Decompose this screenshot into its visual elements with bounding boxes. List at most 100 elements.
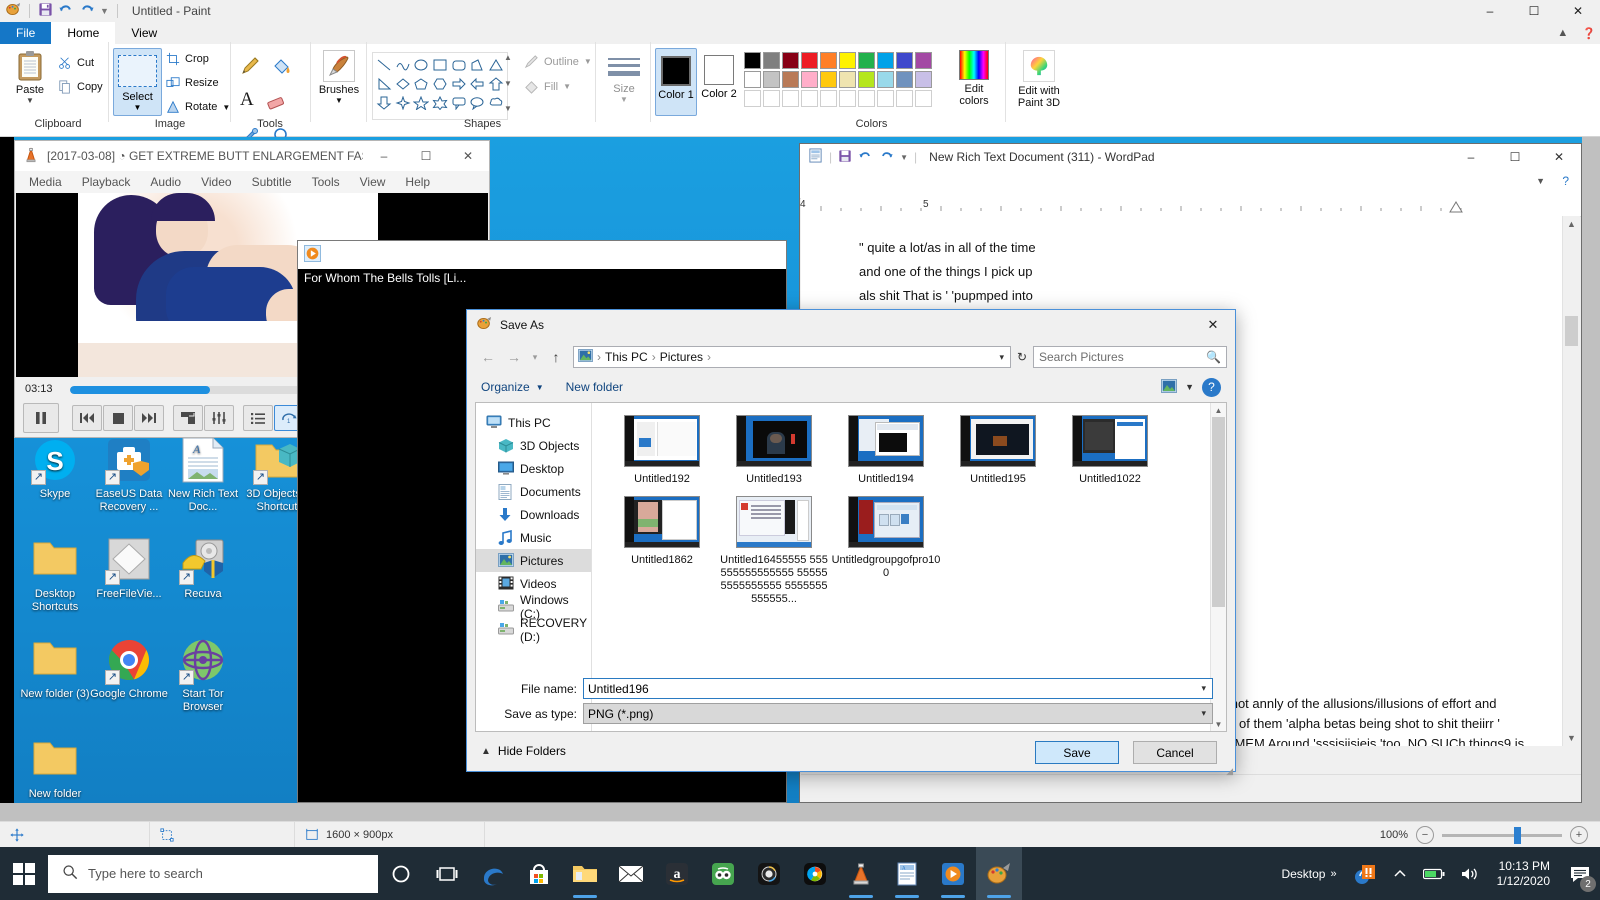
file-item[interactable]: Untitled16455555 555555555555555 5555555…	[718, 496, 830, 606]
color-swatch-r1c4[interactable]	[801, 52, 818, 69]
shapes-expand-icon[interactable]: ▼	[504, 104, 512, 113]
fill-button[interactable]: Fill ▼	[524, 79, 571, 94]
color-swatch-r1c8[interactable]	[877, 52, 894, 69]
tab-home[interactable]: Home	[51, 22, 116, 44]
previous-button[interactable]	[72, 405, 102, 431]
vlc-menu-media[interactable]: Media	[19, 171, 72, 193]
cortana-icon[interactable]	[378, 847, 424, 900]
size-dropdown-icon[interactable]: ▼	[603, 95, 645, 104]
taskbar-camera-app-icon[interactable]	[746, 847, 792, 900]
shape-right-triangle-icon[interactable]	[375, 74, 394, 93]
brushes-button[interactable]: Brushes ▼	[313, 50, 365, 105]
maximize-icon[interactable]: ☐	[1512, 0, 1556, 22]
minimize-icon[interactable]: ‒	[1468, 0, 1512, 22]
save-icon[interactable]	[38, 2, 53, 20]
tab-view[interactable]: View	[115, 22, 173, 44]
shape-hexagon-icon[interactable]	[431, 74, 450, 93]
paste-button[interactable]: Paste ▼	[8, 50, 52, 105]
taskbar-mail-icon[interactable]	[608, 847, 654, 900]
save-as-type-select[interactable]: PNG (*.png) ▾	[583, 703, 1213, 724]
color-swatch-r1c3[interactable]	[782, 52, 799, 69]
redo-icon[interactable]	[79, 2, 95, 20]
close-icon[interactable]: ✕	[1191, 310, 1235, 340]
chevron-down-icon[interactable]: ▼	[1185, 382, 1194, 392]
minimize-icon[interactable]: ‒	[363, 141, 405, 171]
customize-qat-icon[interactable]: ▼	[100, 6, 109, 16]
new-folder-button[interactable]: New folder	[566, 380, 623, 394]
vlc-menu-audio[interactable]: Audio	[140, 171, 191, 193]
file-name-input[interactable]: Untitled196 ▾	[583, 678, 1213, 699]
desktop-icon-new-folder[interactable]: New folder	[16, 737, 94, 801]
desktop-icon-google-chrome[interactable]: ↗ Google Chrome	[90, 637, 168, 701]
color-swatch-r1c9[interactable]	[896, 52, 913, 69]
color-swatch-r2c9[interactable]	[896, 71, 913, 88]
nav-item-desktop[interactable]: Desktop	[476, 457, 591, 480]
file-item[interactable]: Untitled1022	[1054, 415, 1166, 486]
shape-diamond-icon[interactable]	[394, 74, 413, 93]
security-alert-icon[interactable]	[1345, 847, 1385, 900]
windows-start-icon[interactable]	[0, 847, 48, 900]
extended-settings-button[interactable]	[204, 405, 234, 431]
save-icon[interactable]	[838, 149, 852, 166]
file-item[interactable]: Untitled194	[830, 415, 942, 486]
color-2-swatch[interactable]	[704, 55, 734, 85]
color-swatch-r1c5[interactable]	[820, 52, 837, 69]
taskbar-wordpad-icon[interactable]: A	[884, 847, 930, 900]
save-as-dialog[interactable]: Save As ✕ ← → ▾ ↑ › This PC › Pictures ›…	[466, 309, 1236, 776]
resize-grip-icon[interactable]: ◢	[1226, 766, 1233, 777]
shape-pentagon-icon[interactable]	[412, 74, 431, 93]
show-desktop-button[interactable]: Desktop »	[1273, 847, 1344, 900]
undo-icon[interactable]	[858, 149, 873, 166]
color-swatch-r2c2[interactable]	[763, 71, 780, 88]
breadcrumb[interactable]: › This PC › Pictures › ▾	[573, 346, 1011, 368]
edit-with-paint3d-button[interactable]: Edit with Paint 3D	[1008, 50, 1070, 109]
crop-button[interactable]: Crop	[166, 52, 209, 66]
pause-button[interactable]	[23, 403, 59, 433]
shape-down-arrow-icon[interactable]	[375, 93, 394, 112]
color-swatch-r3c10[interactable]	[915, 90, 932, 107]
color-2-button[interactable]: Color 2	[699, 48, 739, 114]
size-button[interactable]: Size ▼	[603, 56, 645, 104]
file-item[interactable]: Untitled1862	[606, 496, 718, 567]
file-item[interactable]: Untitled195	[942, 415, 1054, 486]
color-swatch-r1c7[interactable]	[858, 52, 875, 69]
stop-button[interactable]	[103, 405, 133, 431]
wordpad-vertical-scrollbar[interactable]: ▲ ▼	[1562, 216, 1580, 746]
color-swatch-r3c8[interactable]	[877, 90, 894, 107]
paint-canvas[interactable]: S ↗ Skype ↗ EaseUS Data Recovery ... A New Ric…	[0, 137, 1582, 803]
desktop-icon-easeus-data-recovery[interactable]: ↗ EaseUS Data Recovery ...	[90, 437, 168, 514]
undo-icon[interactable]	[58, 2, 74, 20]
search-input[interactable]: Search Pictures 🔍	[1033, 346, 1227, 368]
color-swatch-r2c1[interactable]	[744, 71, 761, 88]
nav-item-music[interactable]: Music	[476, 526, 591, 549]
eraser-icon[interactable]	[266, 91, 286, 114]
vlc-menu-view[interactable]: View	[350, 171, 396, 193]
show-hidden-icons-icon[interactable]: »	[1330, 868, 1336, 880]
color-swatch-r1c10[interactable]	[915, 52, 932, 69]
vlc-menu-video[interactable]: Video	[191, 171, 241, 193]
resize-button[interactable]: Resize	[166, 76, 219, 90]
help-icon[interactable]: ?	[1202, 377, 1221, 397]
color-swatch-r2c6[interactable]	[839, 71, 856, 88]
wordpad-help-icon[interactable]: ?	[1562, 174, 1569, 188]
taskbar-edge-icon[interactable]	[470, 847, 516, 900]
desktop-icon-new-folder-3[interactable]: New folder (3)	[16, 637, 94, 701]
taskbar-photo-app-icon[interactable]	[792, 847, 838, 900]
customize-qat-icon[interactable]: ▼	[900, 153, 908, 162]
close-icon[interactable]: ✕	[1556, 0, 1600, 22]
scroll-up-icon[interactable]: ▲	[1563, 216, 1580, 232]
desktop-icon-new-rich-text-doc[interactable]: A New Rich Text Doc...	[164, 437, 242, 514]
nav-item-recovery-d[interactable]: RECOVERY (D:)	[476, 616, 591, 644]
organize-button[interactable]: Organize ▼	[481, 380, 544, 394]
volume-icon[interactable]	[1453, 847, 1487, 900]
forward-arrow-icon[interactable]: →	[501, 345, 527, 369]
color-swatch-r3c9[interactable]	[896, 90, 913, 107]
task-view-icon[interactable]	[424, 847, 470, 900]
taskbar-amazon-icon[interactable]: a	[654, 847, 700, 900]
shapes-scroll-up-icon[interactable]: ▲	[504, 53, 512, 62]
vlc-seek-bar[interactable]	[70, 386, 330, 394]
shape-left-arrow-icon[interactable]	[468, 74, 487, 93]
shape-oval-icon[interactable]	[412, 55, 431, 74]
color-swatch-r3c6[interactable]	[839, 90, 856, 107]
color-swatch-r3c5[interactable]	[820, 90, 837, 107]
